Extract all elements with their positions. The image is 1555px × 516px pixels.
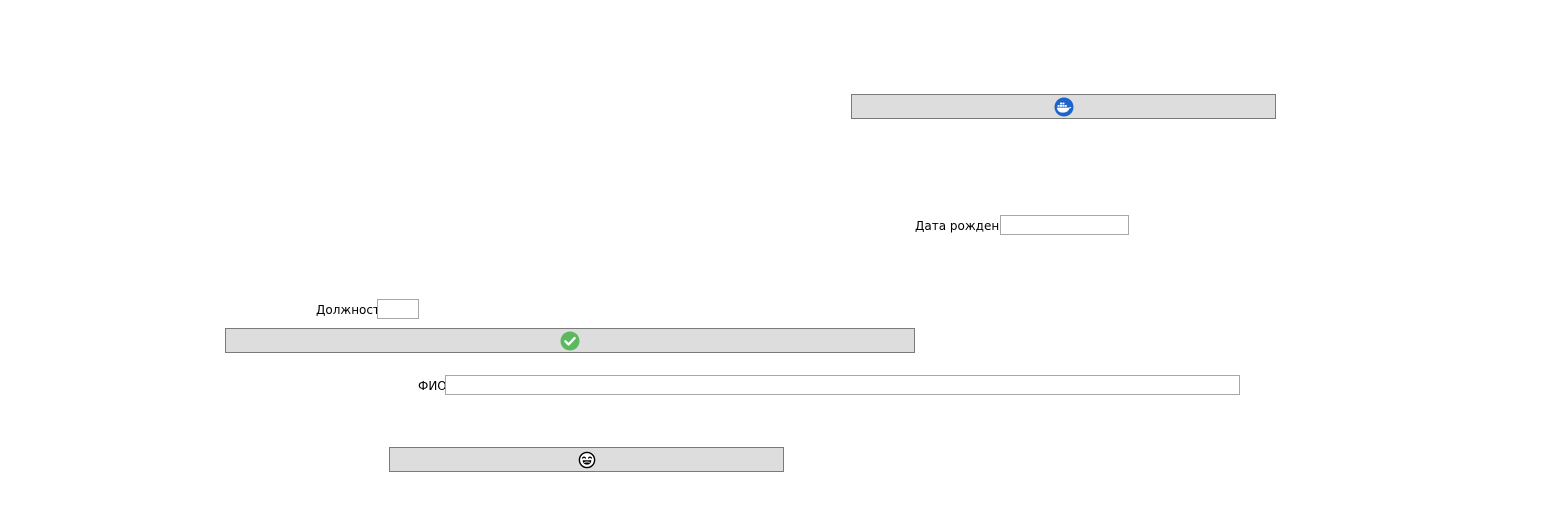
- full-name-field[interactable]: [445, 375, 1240, 395]
- full-name-label: ФИО: [418, 379, 447, 393]
- check-circle-icon: [560, 331, 580, 351]
- confirm-button[interactable]: [225, 328, 915, 353]
- birth-date-field[interactable]: [1000, 215, 1129, 235]
- laughing-face-icon: [577, 450, 597, 470]
- bottom-icon-button[interactable]: [389, 447, 784, 472]
- position-field[interactable]: [377, 299, 419, 319]
- top-icon-button[interactable]: [851, 94, 1276, 119]
- docker-whale-icon: [1054, 97, 1074, 117]
